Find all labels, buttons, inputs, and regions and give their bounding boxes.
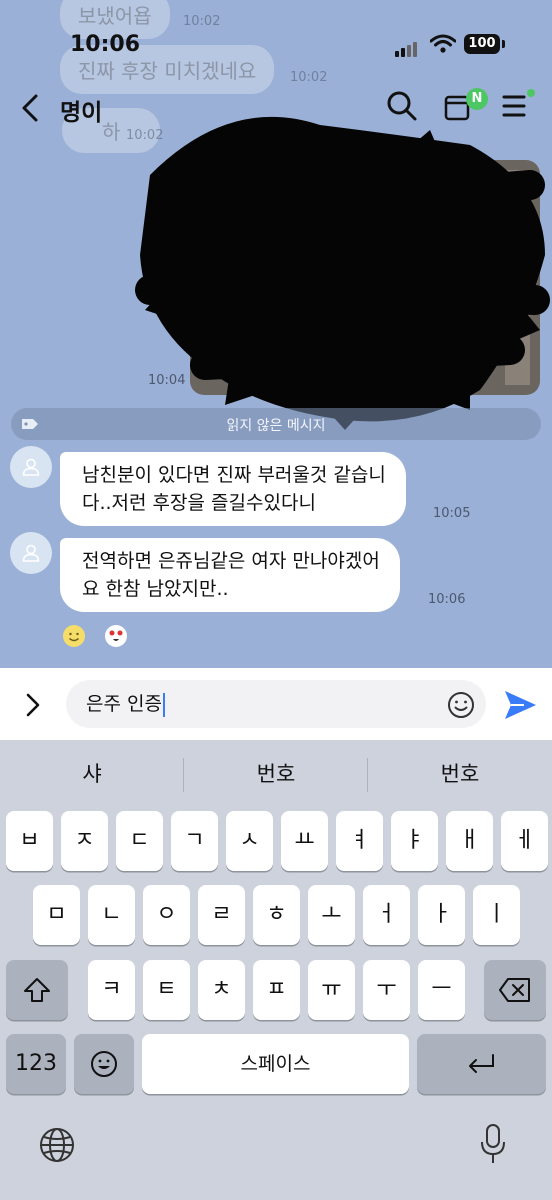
message-bubble[interactable]: 전역하면 은쥬님같은 여자 만나야겠어 요 한참 남았지만.. — [60, 538, 400, 612]
space-key[interactable]: 스페이스 — [142, 1034, 409, 1094]
unread-label: 읽지 않은 메시지 — [226, 418, 326, 434]
emoticon-reaction-icon[interactable] — [104, 624, 128, 648]
message-line: 남친분이 있다면 진짜 부러울것 같습니 — [82, 464, 386, 486]
key[interactable]: ㅠ — [308, 960, 355, 1020]
key[interactable]: ㄷ — [116, 811, 163, 871]
cellular-signal-icon — [395, 38, 419, 57]
microphone-icon[interactable] — [480, 1122, 506, 1166]
key[interactable]: ㄹ — [198, 885, 245, 945]
new-badge: N — [466, 88, 488, 110]
text-caret — [162, 692, 165, 717]
key[interactable]: ㅋ — [88, 960, 135, 1020]
globe-icon[interactable] — [38, 1126, 76, 1164]
message-time: 10:04 — [148, 373, 186, 388]
key[interactable]: ㄱ — [171, 811, 218, 871]
shift-icon — [24, 978, 50, 1002]
avatar[interactable] — [10, 532, 52, 574]
input-bar: 은주 인증 — [0, 668, 552, 740]
message-line: 전역하면 은쥬님같은 여자 만나야겠어 — [82, 550, 380, 572]
expand-button[interactable] — [20, 690, 46, 720]
key[interactable]: ㅎ — [253, 885, 300, 945]
key[interactable]: ㄴ — [88, 885, 135, 945]
key[interactable]: ㅔ — [501, 811, 548, 871]
key[interactable]: ㅡ — [418, 960, 465, 1020]
faded-message-time: 10:02 — [183, 14, 221, 29]
keyboard: 샤 번호 번호 ㅂ ㅈ ㄷ ㄱ ㅅ ㅛ ㅕ ㅑ ㅐ ㅔ ㅁ ㄴ ㅇ ㄹ ㅎ ㅗ … — [0, 740, 552, 1200]
emoji-keyboard-icon — [91, 1051, 117, 1077]
key[interactable]: ㅛ — [281, 811, 328, 871]
key[interactable]: ㅗ — [308, 885, 355, 945]
key[interactable]: ㅇ — [143, 885, 190, 945]
key[interactable]: ㅌ — [143, 960, 190, 1020]
key[interactable]: ㅑ — [391, 811, 438, 871]
photo-message[interactable] — [190, 160, 540, 395]
key[interactable]: ㅓ — [363, 885, 410, 945]
message-time: 10:05 — [433, 506, 471, 521]
return-icon — [468, 1054, 494, 1073]
search-icon[interactable] — [384, 88, 420, 124]
key[interactable]: ㅁ — [33, 885, 80, 945]
unread-divider: 읽지 않은 메시지 — [11, 408, 541, 440]
key[interactable]: ㅍ — [253, 960, 300, 1020]
key[interactable]: ㅊ — [198, 960, 245, 1020]
faded-message-time: 10:02 — [126, 128, 164, 143]
key[interactable]: ㅂ — [6, 811, 53, 871]
message-bubble[interactable]: 남친분이 있다면 진짜 부러울것 같습니 다..저런 후장을 즐길수있다니 — [60, 452, 406, 526]
smile-reaction-icon[interactable] — [62, 624, 86, 648]
suggestion-3[interactable]: 번호 — [368, 740, 552, 808]
notification-dot — [527, 89, 535, 97]
message-input[interactable]: 은주 인증 — [66, 680, 486, 728]
emoji-key[interactable] — [74, 1034, 134, 1094]
message-line: 다..저런 후장을 즐길수있다니 — [82, 492, 316, 514]
person-icon — [22, 544, 40, 562]
send-icon[interactable] — [502, 688, 538, 722]
shift-key[interactable] — [6, 960, 68, 1020]
input-text: 은주 인증 — [86, 693, 162, 715]
person-icon — [22, 458, 40, 476]
photo-detail — [505, 170, 530, 385]
key[interactable]: ㅈ — [61, 811, 108, 871]
key[interactable]: ㅏ — [418, 885, 465, 945]
avatar[interactable] — [10, 446, 52, 488]
delete-key[interactable] — [484, 960, 546, 1020]
numbers-key[interactable]: 123 — [6, 1034, 66, 1094]
wifi-icon — [430, 34, 456, 53]
back-button[interactable] — [16, 90, 48, 126]
status-time: 10:06 — [70, 32, 141, 57]
key[interactable]: ㅜ — [363, 960, 410, 1020]
key[interactable]: ㅐ — [446, 811, 493, 871]
suggestion-2[interactable]: 번호 — [184, 740, 368, 808]
chat-title: 명이 — [60, 100, 103, 126]
chat-area[interactable]: 보냈어욥 10:02 진짜 후장 미치겠네요 10:02 하 10:02 10:… — [0, 0, 552, 668]
faded-message-time: 10:02 — [290, 70, 328, 85]
suggestion-1[interactable]: 샤 — [0, 740, 184, 808]
key[interactable]: ㅕ — [336, 811, 383, 871]
key[interactable]: ㅣ — [473, 885, 520, 945]
key[interactable]: ㅅ — [226, 811, 273, 871]
battery-icon: 100 — [464, 34, 500, 54]
message-time: 10:06 — [428, 592, 466, 607]
battery-tip — [502, 40, 505, 48]
emoji-icon[interactable] — [446, 690, 476, 720]
return-key[interactable] — [417, 1034, 546, 1094]
backspace-icon — [499, 978, 530, 1002]
message-line: 요 한참 남았지만.. — [82, 578, 229, 600]
